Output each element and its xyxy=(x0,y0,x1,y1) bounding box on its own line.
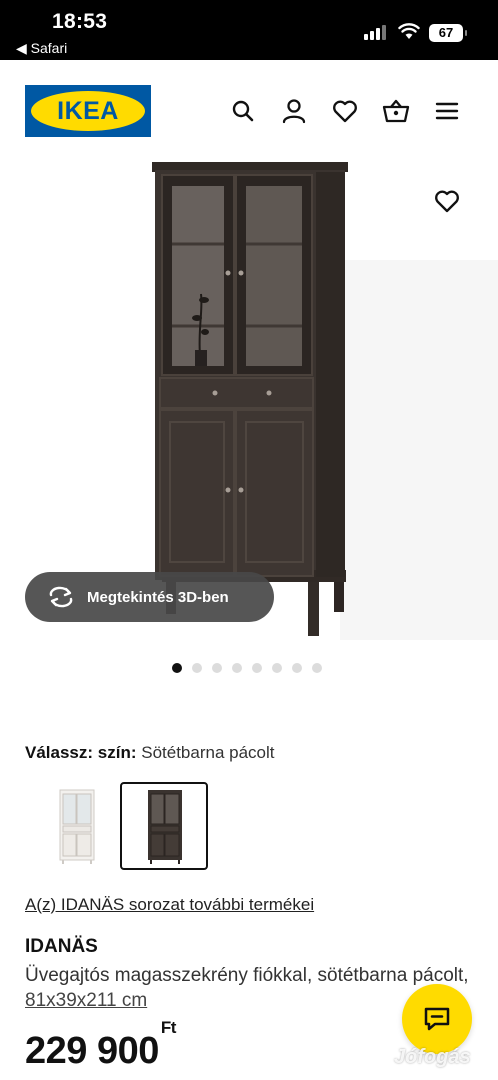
price-value: 229 900 xyxy=(25,1030,159,1072)
cart-icon[interactable] xyxy=(381,96,411,126)
account-icon[interactable] xyxy=(279,96,309,126)
ikea-logo[interactable]: IKEA xyxy=(25,85,151,137)
view-in-3d-label: Megtekintés 3D-ben xyxy=(87,588,229,606)
color-label: Válassz: szín: xyxy=(25,743,137,762)
gallery-dot[interactable] xyxy=(272,663,282,673)
color-value: Sötétbarna pácolt xyxy=(141,743,275,762)
logo-oval: IKEA xyxy=(31,91,145,131)
rotate-3d-icon xyxy=(49,586,73,608)
product-description-text: Üvegajtós magasszekrény fiókkal, sötétba… xyxy=(25,965,469,986)
product-price: 229 900Ft xyxy=(25,1018,176,1073)
gallery-dot[interactable] xyxy=(192,663,202,673)
wifi-icon xyxy=(398,23,420,39)
series-more-products-link[interactable]: A(z) IDANÄS sorozat további termékei xyxy=(25,895,314,915)
cellular-signal-icon xyxy=(364,24,388,40)
color-swatch-white[interactable] xyxy=(32,782,120,870)
search-icon[interactable] xyxy=(228,96,258,126)
jofogas-watermark: Jófogás xyxy=(394,1046,471,1068)
back-to-safari-link[interactable]: ◀ Safari xyxy=(16,40,67,57)
product-size-link[interactable]: 81x39x211 cm xyxy=(25,990,147,1011)
color-selector-heading: Válassz: szín: Sötétbarna pácolt xyxy=(25,743,275,763)
gallery-dot[interactable] xyxy=(232,663,242,673)
menu-icon[interactable] xyxy=(432,96,462,126)
save-to-favourites-heart-icon[interactable] xyxy=(430,186,464,216)
view-in-3d-button[interactable]: Megtekintés 3D-ben xyxy=(25,572,274,622)
white-cabinet-thumbnail xyxy=(59,789,95,864)
battery-indicator: 67 xyxy=(429,24,467,42)
gallery-dot[interactable] xyxy=(312,663,322,673)
gallery-dot[interactable] xyxy=(252,663,262,673)
gallery-dot[interactable] xyxy=(292,663,302,673)
color-swatch-dark-brown[interactable] xyxy=(120,782,208,870)
price-currency: Ft xyxy=(160,1018,177,1038)
logo-text: IKEA xyxy=(57,96,119,125)
dark-brown-cabinet-thumbnail xyxy=(148,790,182,864)
gallery-dot[interactable] xyxy=(172,663,182,673)
status-bar: 18:53 ◀ Safari 67 xyxy=(0,0,498,60)
status-time: 18:53 xyxy=(52,10,108,33)
chat-bubble-icon xyxy=(424,1007,450,1031)
gallery-dot[interactable] xyxy=(212,663,222,673)
favourites-icon[interactable] xyxy=(330,96,360,126)
site-header: IKEA xyxy=(0,60,498,160)
product-name: IDANÄS xyxy=(25,936,98,957)
chat-button[interactable] xyxy=(402,984,472,1054)
gallery-pagination xyxy=(172,663,322,675)
